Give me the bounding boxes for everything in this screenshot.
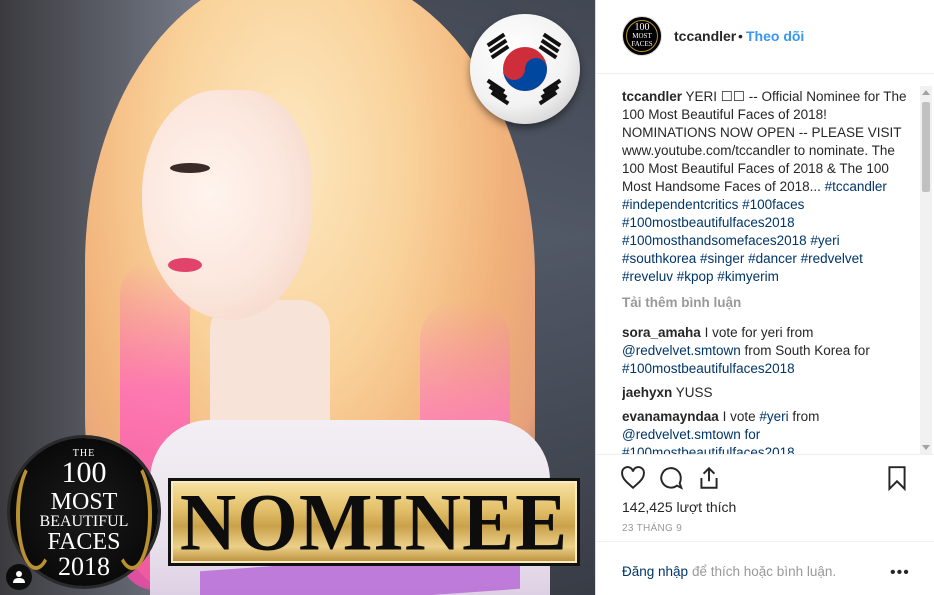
user-icon [13,571,25,583]
likes-count[interactable]: 142,425 lượt thích [622,499,736,515]
comments-list[interactable]: tccandler YERI ☐☐ -- Official Nominee fo… [622,88,912,454]
image-eye [170,163,210,173]
avatar-text: MOST [632,32,652,40]
badge-beautiful: BEAUTIFUL [39,513,129,530]
load-more-comments-button[interactable]: Tải thêm bình luận [622,294,912,312]
comment-username[interactable]: sora_amaha [622,325,701,340]
post-image[interactable]: THE 100 MOST BEAUTIFUL FACES 2018 NOMINE… [0,0,596,595]
post-caption: tccandler YERI ☐☐ -- Official Nominee fo… [622,88,912,286]
comment-username[interactable]: evanamayndaa [622,409,719,424]
avatar[interactable]: 100 MOST FACES [622,16,662,56]
scrollbar-thumb[interactable] [922,102,930,192]
100-most-beautiful-faces-badge: THE 100 MOST BEAUTIFUL FACES 2018 [10,438,158,586]
post-container: THE 100 MOST BEAUTIFUL FACES 2018 NOMINE… [0,0,934,595]
avatar-text: FACES [631,40,653,48]
comment-mention[interactable]: @redvelvet.smtown for #100mostbeautifulf… [622,427,795,454]
post-header: 100 MOST FACES tccandler • Theo dõi [596,0,934,74]
header-username[interactable]: tccandler [674,28,736,44]
comment-icon[interactable] [658,465,684,491]
caption-username[interactable]: tccandler [622,89,682,104]
heart-icon[interactable] [620,465,646,491]
comment-text: from South Korea for [740,343,870,358]
badge-year: 2018 [58,552,110,581]
login-link[interactable]: Đăng nhập [622,564,688,579]
login-prompt-text: để thích hoặc bình luận. [692,564,837,579]
login-prompt: Đăng nhập để thích hoặc bình luận. ••• [596,541,934,595]
korea-flag-icon [470,14,580,124]
comment-text: from [788,409,820,424]
badge-most: MOST [50,489,118,515]
more-options-button[interactable]: ••• [890,564,910,582]
scroll-down-icon[interactable] [922,445,930,450]
follow-button[interactable]: Theo dõi [746,28,804,44]
bookmark-icon[interactable] [884,465,910,491]
list-item: jaehyxn YUSS [622,384,912,402]
list-item: evanamayndaa I vote #yeri from @redvelve… [622,408,912,454]
image-face [142,90,312,320]
comment-text: I vote for yeri from [704,325,814,340]
comment-text: I vote [722,409,760,424]
badge-faces: FACES [47,529,121,555]
post-date[interactable]: 23 THÁNG 9 [622,523,682,534]
header-separator: • [738,28,743,44]
comment-mention[interactable]: @redvelvet.smtown [622,343,741,358]
comment-hashtag[interactable]: #yeri [759,409,788,424]
tagged-users-button[interactable] [6,564,32,590]
share-icon[interactable] [696,465,722,491]
nominee-text: NOMINEE [179,475,569,568]
image-lips [168,258,202,272]
list-item: sora_amaha I vote for yeri from @redvelv… [622,324,912,378]
post-side-panel: 100 MOST FACES tccandler • Theo dõi tcca… [596,0,934,595]
comments-scrollbar[interactable] [920,86,932,454]
nominee-banner: NOMINEE [168,478,580,566]
comment-username[interactable]: jaehyxn [622,385,672,400]
badge-number: 100 [61,456,107,489]
comment-text: YUSS [675,385,713,400]
scroll-up-icon[interactable] [922,90,930,95]
caption-hashtags[interactable]: #tccandler #independentcritics #100faces… [622,179,887,284]
comment-hashtag[interactable]: #100mostbeautifulfaces2018 [622,361,795,376]
